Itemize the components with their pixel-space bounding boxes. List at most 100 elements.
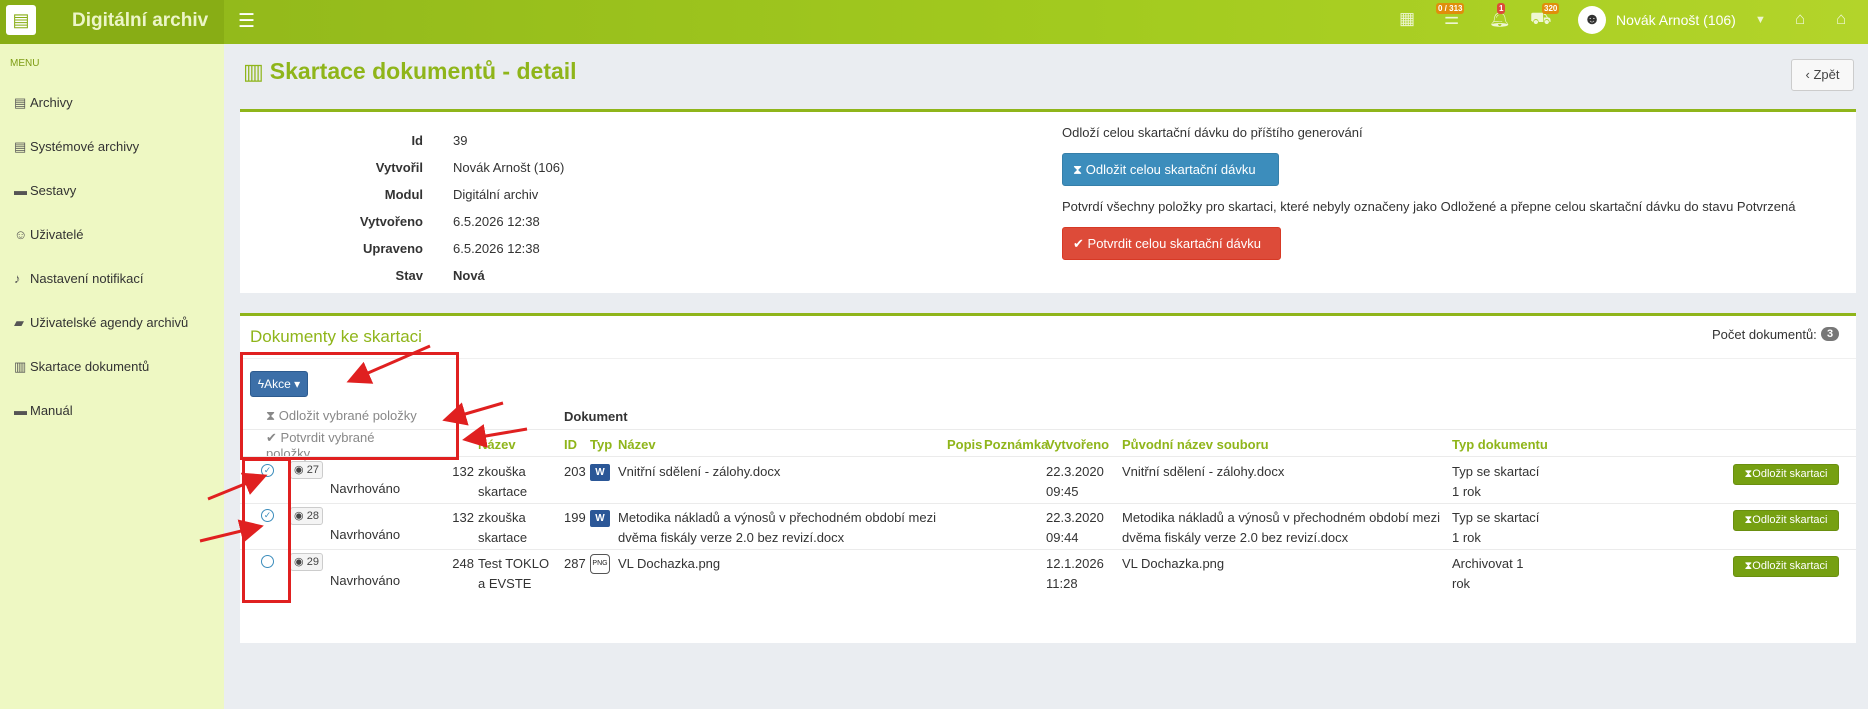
doc-id-cell: 199 — [564, 510, 586, 525]
sidebar-item-reports[interactable]: ▬ Sestavy — [14, 183, 76, 198]
agenda-id-cell: 132 — [452, 464, 474, 479]
trash-icon: ▥ — [14, 359, 27, 374]
col-header-agenda-name[interactable]: Název — [478, 437, 516, 452]
created-by-label: Vytvořil — [375, 160, 423, 175]
document-count-label: Počet dokumentů: — [1712, 327, 1817, 342]
col-header-name[interactable]: Název — [618, 437, 656, 452]
view-count: 29 — [306, 556, 319, 568]
id-label: Id — [411, 133, 423, 148]
sidebar-item-manual[interactable]: ▬ Manuál — [14, 403, 73, 418]
doc-name-cell[interactable]: VL Dochazka.png — [618, 554, 938, 574]
postpone-shredding-label: Odložit skartaci — [1752, 514, 1828, 526]
state-value: Nová — [453, 268, 485, 283]
agenda-name-cell: zkouška skartace — [478, 510, 528, 545]
col-header-type[interactable]: Typ — [590, 437, 612, 452]
postpone-shredding-button[interactable]: ⧗Odložit skartaci — [1733, 556, 1839, 577]
archive-icon: ▤ — [14, 95, 27, 110]
sidebar-item-label: Uživatelé — [30, 227, 84, 242]
app-logo[interactable]: ▤ Digitální archiv — [0, 0, 224, 44]
agenda-name-cell: Test TOKLO a EVSTE — [478, 556, 550, 591]
home-icon[interactable]: ⌂ — [1836, 9, 1846, 29]
col-header-created[interactable]: Vytvořeno — [1046, 437, 1109, 452]
sidebar-item-system-archives[interactable]: ▤ Systémové archivy — [14, 139, 139, 155]
user-avatar[interactable]: ☻ — [1578, 6, 1606, 34]
sidebar-item-label: Archivy — [30, 95, 73, 110]
postpone-all-label: Odložit celou skartační dávku — [1085, 162, 1256, 177]
sidebar-item-shredding[interactable]: ▥ Skartace dokumentů — [14, 359, 149, 375]
menu-toggle-icon[interactable]: ☰ — [238, 10, 255, 33]
created-label: Vytvořeno — [359, 214, 423, 229]
bell-icon: ♪ — [14, 271, 21, 286]
id-value: 39 — [453, 133, 468, 148]
postpone-shredding-label: Odložit skartaci — [1752, 468, 1828, 480]
sidebar-item-label: Uživatelské agendy archivů — [30, 315, 189, 330]
view-count-button[interactable]: ◉ 27 — [290, 461, 323, 479]
word-icon: W — [590, 464, 610, 481]
col-header-id[interactable]: ID — [564, 437, 577, 452]
confirm-all-button[interactable]: ✔ Potvrdit celou skartační dávku — [1062, 227, 1281, 260]
sidebar-item-users[interactable]: ☺ Uživatelé — [14, 227, 83, 242]
eye-icon: ◉ — [294, 556, 304, 568]
created-cell: 22.3.2020 09:44 — [1046, 510, 1104, 545]
notification-badge: 1 — [1497, 3, 1506, 14]
view-count: 28 — [306, 510, 319, 522]
eye-icon: ◉ — [294, 510, 304, 522]
divider — [240, 549, 1856, 550]
institution-icon[interactable]: ⌂ — [1795, 9, 1805, 29]
sidebar-item-user-agendas[interactable]: ▰ Uživatelské agendy archivů — [14, 315, 188, 331]
confirm-all-label: Potvrdit celou skartační dávku — [1087, 236, 1261, 251]
user-name[interactable]: Novák Arnošt (106) — [1616, 12, 1736, 28]
back-button[interactable]: ‹ Zpět — [1791, 59, 1854, 91]
book-icon: ▬ — [14, 183, 27, 198]
doc-id-cell: 203 — [564, 464, 586, 479]
state-label: Stav — [395, 268, 423, 283]
sidebar-item-label: Manuál — [30, 403, 73, 418]
col-header-description[interactable]: Popis — [947, 437, 982, 452]
sidebar-item-label: Sestavy — [30, 183, 77, 198]
group-header-document: Dokument — [564, 409, 628, 424]
created-by-value: Novák Arnošt (106) — [453, 160, 565, 175]
folder-open-icon: ▰ — [14, 315, 24, 330]
doc-name-cell[interactable]: Metodika nákladů a výnosů v přechodném o… — [618, 508, 938, 548]
document-count-badge: 3 — [1821, 327, 1840, 341]
original-name-cell: Vnitřní sdělení - zálohy.docx — [1122, 464, 1285, 479]
view-count-button[interactable]: ◉ 29 — [290, 553, 323, 571]
detail-panel: Id 39 Vytvořil Novák Arnošt (106) Modul … — [240, 109, 1856, 293]
divider — [240, 456, 1856, 457]
col-header-original-name[interactable]: Původní název souboru — [1122, 437, 1269, 452]
trash-icon: ▥ — [243, 58, 264, 84]
state-cell: Navrhováno — [330, 573, 401, 588]
col-header-note[interactable]: Poznámka — [984, 437, 1048, 452]
doc-id-cell: 287 — [564, 556, 586, 571]
cart-badge: 320 — [1542, 3, 1560, 14]
doc-name-cell[interactable]: Vnitřní sdělení - zálohy.docx — [618, 462, 938, 482]
doc-type-cell: Archivovat 1 rok — [1452, 556, 1524, 591]
agenda-id-cell: 132 — [452, 510, 474, 525]
postpone-shredding-button[interactable]: ⧗Odložit skartaci — [1733, 464, 1839, 485]
postpone-shredding-button[interactable]: ⧗Odložit skartaci — [1733, 510, 1839, 531]
postpone-description: Odloží celou skartační dávku do příštího… — [1062, 125, 1363, 140]
doc-type-cell: Typ se skartací 1 rok — [1452, 510, 1540, 545]
sidebar: MENU ▤ Archivy ▤ Systémové archivy ▬ Sestav… — [0, 44, 224, 709]
sidebar-item-notifications[interactable]: ♪ Nastavení notifikací — [14, 271, 143, 286]
archive-logo-icon: ▤ — [6, 5, 36, 35]
png-icon: PNG — [590, 554, 610, 574]
annotation-box-checkboxes — [242, 458, 291, 603]
tasks-badge: 0 / 313 — [1436, 3, 1465, 14]
book-icon: ▬ — [14, 403, 27, 418]
col-header-document-type[interactable]: Typ dokumentu — [1452, 437, 1548, 452]
sidebar-item-label: Nastavení notifikací — [30, 271, 144, 286]
chevron-down-icon[interactable]: ▼ — [1755, 14, 1766, 26]
calendar-icon[interactable]: ▦ — [1399, 9, 1415, 29]
sidebar-item-archivy[interactable]: ▤ Archivy — [14, 95, 73, 111]
postpone-all-button[interactable]: ⧗ Odložit celou skartační dávku — [1062, 153, 1279, 186]
users-icon: ☺ — [14, 227, 28, 242]
back-label: Zpět — [1813, 67, 1840, 82]
app-title: Digitální archiv — [72, 10, 209, 31]
postpone-shredding-label: Odložit skartaci — [1752, 560, 1828, 572]
divider — [240, 503, 1856, 504]
created-cell: 22.3.2020 09:45 — [1046, 464, 1104, 499]
view-count-button[interactable]: ◉ 28 — [290, 507, 323, 525]
documents-panel: Dokumenty ke skartaci Počet dokumentů: 3… — [240, 313, 1856, 643]
state-cell: Navrhováno — [330, 527, 401, 542]
